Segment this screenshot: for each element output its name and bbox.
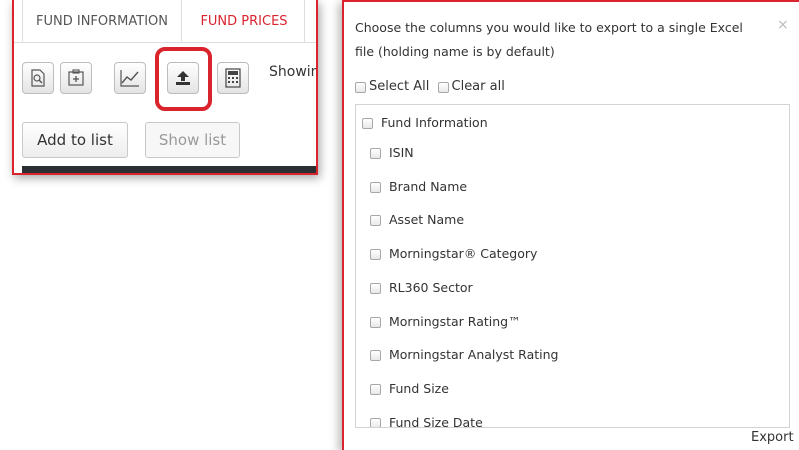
select-all-label[interactable]: Select All xyxy=(369,79,429,94)
select-controls: Select All Clear all xyxy=(355,77,509,98)
export-highlight-ring xyxy=(155,47,212,111)
option-label: Asset Name xyxy=(389,212,465,227)
close-icon[interactable]: × xyxy=(777,17,789,33)
tab-divider xyxy=(304,0,305,42)
add-to-list-button[interactable]: Add to list xyxy=(22,122,128,158)
option-label: ISIN xyxy=(389,145,414,160)
option-morningstar-rating[interactable]: Morningstar Rating™ xyxy=(370,314,521,329)
clear-all-checkbox[interactable] xyxy=(437,81,449,93)
fund-list-panel: FUND INFORMATION FUND PRICES Showin Add … xyxy=(12,0,318,175)
select-all-checkbox[interactable] xyxy=(355,81,366,93)
option-label: Brand Name xyxy=(389,179,468,194)
option-checkbox[interactable] xyxy=(370,283,381,294)
group-fund-information[interactable]: Fund Information xyxy=(362,115,488,130)
show-list-button[interactable]: Show list xyxy=(145,122,240,158)
option-morningstar-category[interactable]: Morningstar® Category xyxy=(370,246,537,261)
option-checkbox[interactable] xyxy=(370,148,381,159)
export-button[interactable]: Export xyxy=(751,430,794,445)
add-document-icon xyxy=(66,68,86,88)
table-header-bar xyxy=(22,166,316,173)
add-document-button[interactable] xyxy=(60,62,92,94)
option-isin[interactable]: ISIN xyxy=(370,145,414,160)
chart-button[interactable] xyxy=(114,62,146,94)
group-checkbox[interactable] xyxy=(362,118,373,129)
calculator-button[interactable] xyxy=(217,62,249,94)
option-label: Fund Size Date xyxy=(389,415,483,428)
option-checkbox[interactable] xyxy=(370,418,381,427)
chart-icon xyxy=(119,68,141,88)
option-morningstar-analyst-rating[interactable]: Morningstar Analyst Rating xyxy=(370,347,558,362)
option-label: Morningstar Rating™ xyxy=(389,314,521,329)
option-rl360-sector[interactable]: RL360 Sector xyxy=(370,280,473,295)
option-label: Morningstar Analyst Rating xyxy=(389,347,559,362)
tab-bar: FUND INFORMATION FUND PRICES xyxy=(14,0,316,43)
clear-all-label[interactable]: Clear all xyxy=(452,79,505,94)
option-label: Morningstar® Category xyxy=(389,246,538,261)
tab-fund-prices[interactable]: FUND PRICES xyxy=(184,0,304,42)
option-asset-name[interactable]: Asset Name xyxy=(370,212,464,227)
modal-description: Choose the columns you would like to exp… xyxy=(355,20,743,59)
option-checkbox[interactable] xyxy=(370,384,381,395)
document-search-icon xyxy=(28,68,48,88)
option-brand-name[interactable]: Brand Name xyxy=(370,179,467,194)
option-fund-size[interactable]: Fund Size xyxy=(370,381,449,396)
showing-text: Showin xyxy=(269,64,318,80)
export-columns-modal: Choose the columns you would like to exp… xyxy=(342,0,799,450)
tab-fund-information[interactable]: FUND INFORMATION xyxy=(22,0,182,42)
document-search-button[interactable] xyxy=(22,62,54,94)
option-checkbox[interactable] xyxy=(370,215,381,226)
group-label: Fund Information xyxy=(381,115,488,130)
option-label: Fund Size xyxy=(389,381,449,396)
option-checkbox[interactable] xyxy=(370,249,381,260)
calculator-icon xyxy=(224,68,242,88)
column-options-list[interactable]: Fund Information ISIN Brand Name Asset N… xyxy=(355,104,790,428)
option-label: RL360 Sector xyxy=(389,280,473,295)
option-checkbox[interactable] xyxy=(370,350,381,361)
option-checkbox[interactable] xyxy=(370,317,381,328)
option-fund-size-date[interactable]: Fund Size Date xyxy=(370,415,483,428)
option-checkbox[interactable] xyxy=(370,182,381,193)
